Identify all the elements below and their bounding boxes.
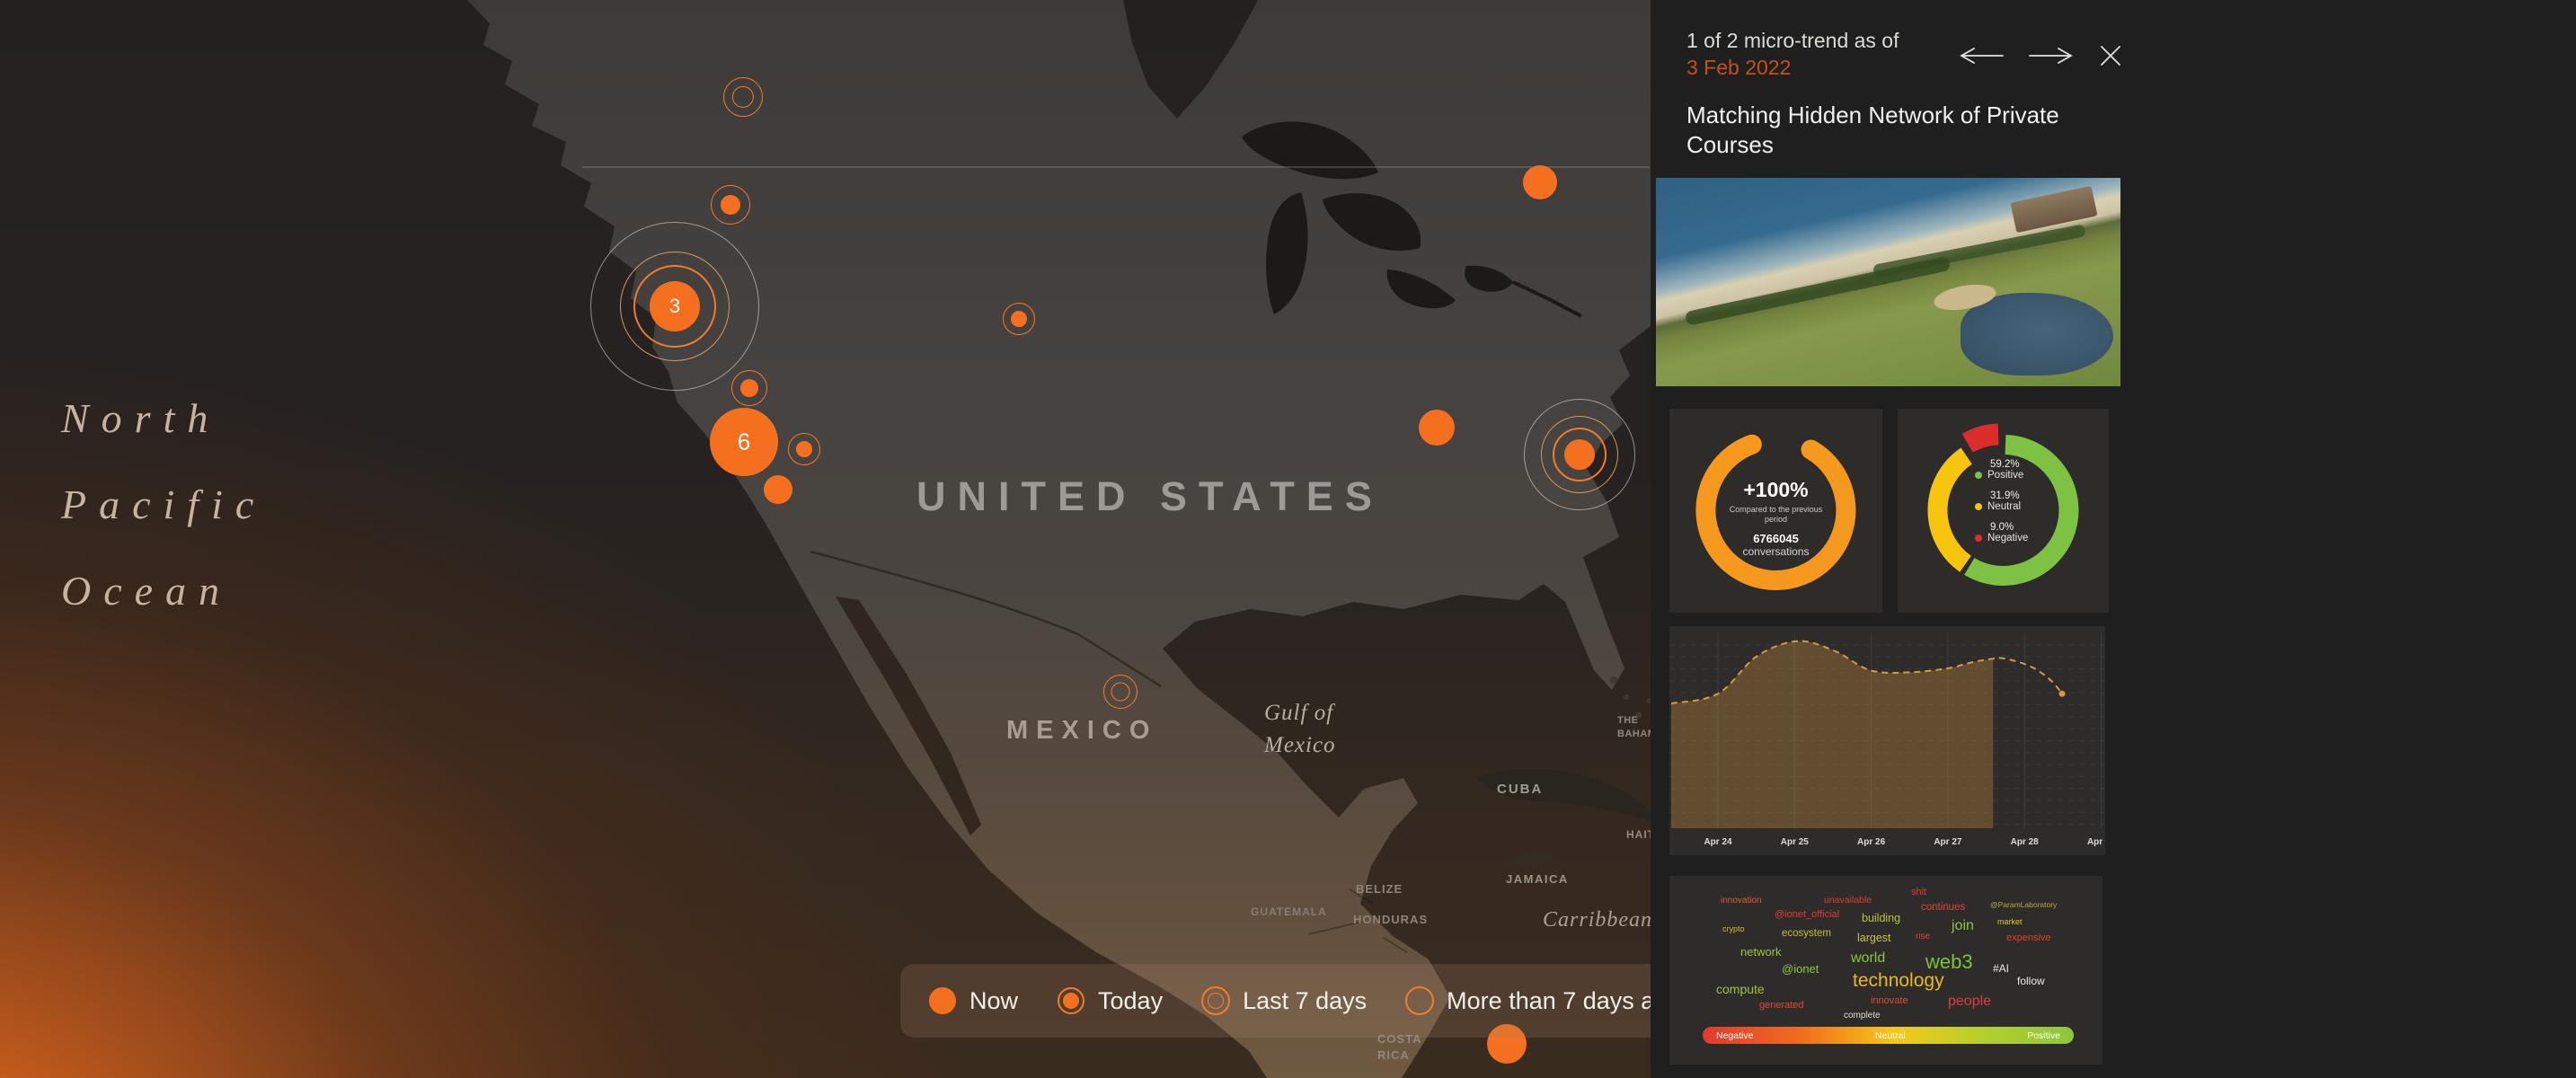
conversation-count: 6766045 [1669, 532, 1882, 545]
wordcloud-word[interactable]: @ionet_official [1775, 909, 1839, 920]
x-tick-label: Apr 27 [1934, 837, 1962, 847]
sentiment-legend-row: 9.0%Negative [1975, 522, 2028, 543]
wordcloud-word[interactable]: rise [1916, 932, 1930, 941]
wordcloud-word[interactable]: people [1948, 994, 1991, 1010]
growth-donut-center: +100% Compared to the previous period 67… [1669, 478, 1882, 558]
next-arrow-icon[interactable] [2026, 44, 2076, 67]
legend-last7-icon [1200, 985, 1231, 1016]
legend-item-today[interactable]: Today [1056, 985, 1163, 1016]
x-tick-label: Apr 24 [1704, 837, 1732, 847]
wordcloud-word[interactable]: join [1952, 918, 1974, 934]
legend-item-older[interactable]: More than 7 days ago [1404, 985, 1681, 1016]
legend-now-icon [927, 985, 958, 1016]
sentiment-legend: 59.2%Positive 31.9%Neutral 9.0%Negative [1975, 459, 2028, 553]
legend-label: Today [1098, 987, 1163, 1015]
volume-trend-chart: Apr 24 Apr 25 Apr 26 Apr 27 Apr 28 Apr 29 [1669, 626, 2105, 855]
legend-today-icon [1056, 985, 1086, 1016]
growth-value: +100% [1669, 478, 1882, 502]
wordcloud-word[interactable]: follow [2017, 975, 2045, 987]
wordcloud-word[interactable]: @ParamLaboratory [1990, 900, 2057, 909]
close-icon[interactable] [2096, 41, 2125, 70]
wordcloud-word[interactable]: expensive [2006, 932, 2051, 943]
scale-neutral-label: Neutral [1875, 1030, 1906, 1041]
trend-title: Matching Hidden Network of Private Cours… [1686, 101, 2109, 160]
legend-label: More than 7 days ago [1447, 987, 1681, 1015]
panel-nav [1956, 41, 2125, 70]
legend-label: Last 7 days [1243, 987, 1367, 1015]
sentiment-donut-card: 59.2%Positive 31.9%Neutral 9.0%Negative [1898, 409, 2109, 613]
wordcloud-word[interactable]: technology [1853, 970, 1944, 992]
scale-positive-label: Positive [2027, 1030, 2060, 1041]
wordcloud-card: innovation unavailable shit continues @Param… [1669, 876, 2102, 1065]
scale-negative-label: Negative [1716, 1030, 1753, 1041]
micro-trend-panel: 1 of 2 micro-trend as of 3 Feb 2022 Matc… [1651, 0, 2576, 1078]
conversation-count-label: conversations [1669, 545, 1882, 558]
wordcloud-word[interactable]: world [1851, 950, 1885, 967]
volume-trend-card: Apr 24 Apr 25 Apr 26 Apr 27 Apr 28 Apr 29 [1669, 626, 2105, 855]
wordcloud-word[interactable]: @ionet [1782, 962, 1819, 976]
legend-label: Now [969, 987, 1018, 1015]
wordcloud-word[interactable]: continues [1921, 902, 1965, 913]
growth-donut-card: +100% Compared to the previous period 67… [1669, 409, 1882, 613]
wordcloud-word[interactable]: generated [1759, 1000, 1804, 1011]
wordcloud-word[interactable]: network [1740, 945, 1782, 959]
prev-arrow-icon[interactable] [1956, 44, 2006, 67]
wordcloud-word[interactable]: #AI [1993, 962, 2009, 975]
x-tick-label: Apr 29 [2087, 837, 2105, 847]
wordcloud-word[interactable]: building [1862, 912, 1900, 924]
wordcloud-word[interactable]: ecosystem [1782, 928, 1831, 939]
growth-sublabel: Compared to the previous period [1727, 505, 1826, 525]
sentiment-slice-negative [1968, 435, 1998, 444]
sentiment-legend-row: 31.9%Neutral [1975, 490, 2028, 512]
wordcloud-word[interactable]: compute [1716, 982, 1765, 996]
map-legend: Now Today Last 7 days More than 7 days ago [900, 964, 1713, 1038]
legend-dot [1975, 472, 1982, 479]
wordcloud-word[interactable]: largest [1857, 932, 1891, 944]
legend-dot [1975, 535, 1982, 542]
sentiment-slice-neutral [1937, 456, 1966, 564]
wordcloud-word[interactable]: unavailable [1824, 895, 1872, 906]
legend-item-last7[interactable]: Last 7 days [1200, 985, 1367, 1016]
x-tick-label: Apr 26 [1857, 837, 1886, 847]
marker-count: 3 [669, 295, 680, 318]
legend-item-now[interactable]: Now [927, 985, 1018, 1016]
x-tick-label: Apr 25 [1781, 837, 1810, 847]
sentiment-legend-row: 59.2%Positive [1975, 459, 2028, 481]
sentiment-scale: Negative Neutral Positive [1703, 1027, 2074, 1044]
wordcloud-word[interactable]: innovate [1871, 995, 1908, 1006]
trend-photo [1656, 178, 2120, 386]
marker-count: 6 [738, 429, 750, 456]
wordcloud-word[interactable]: market [1997, 917, 2023, 926]
legend-dot [1975, 503, 1982, 510]
wordcloud-word[interactable]: shit [1911, 887, 1926, 897]
wordcloud-word[interactable]: innovation [1721, 896, 1762, 906]
x-tick-label: Apr 28 [2011, 837, 2040, 847]
wordcloud-word[interactable]: complete [1844, 1011, 1881, 1021]
photo-pond [1961, 293, 2113, 376]
wordcloud-word[interactable]: crypto [1722, 924, 1745, 933]
app-root: North Pacific OceanUNITED STATESMEXICOGu… [0, 0, 2576, 1078]
legend-older-icon [1404, 985, 1435, 1016]
